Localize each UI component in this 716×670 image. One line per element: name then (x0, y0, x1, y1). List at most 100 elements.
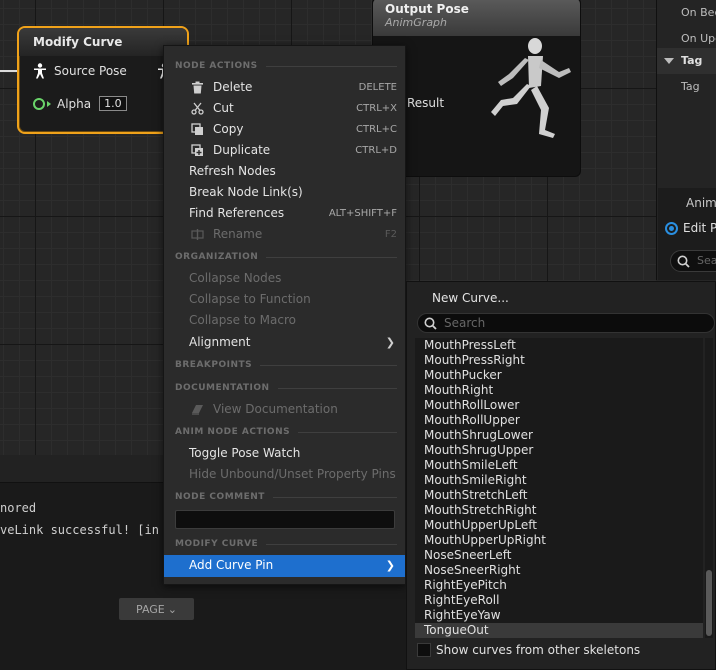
collapse-triangle-icon (664, 58, 674, 64)
details-row-become-relevant[interactable]: On Become Relevant (657, 0, 716, 26)
menu-item-label: Copy (213, 122, 244, 136)
show-other-skeleton-curves-toggle[interactable]: Show curves from other skeletons (417, 643, 640, 657)
shortcut-label: CTRL+D (355, 145, 397, 156)
curve-list-item[interactable]: RightEyePitch (415, 578, 703, 593)
menu-item-refresh-nodes[interactable]: Refresh Nodes (164, 161, 405, 182)
menu-item-label: Collapse to Function (189, 292, 311, 306)
curve-search-input[interactable] (444, 315, 704, 331)
menu-item-alignment[interactable]: Alignment ❯ (164, 332, 405, 353)
alpha-pin-circle-icon (33, 97, 45, 110)
menu-item-toggle-pose-watch[interactable]: Toggle Pose Watch (164, 443, 405, 464)
edit-pose-label: Edit Pose (683, 221, 716, 235)
documentation-book-icon (192, 405, 203, 415)
curve-list-item[interactable]: MouthUpperUpRight (415, 533, 703, 548)
page-dropdown-button[interactable]: PAGE ⌄ (119, 598, 194, 620)
tag-field-label: Tag (681, 80, 700, 93)
curve-list-item[interactable]: MouthPucker (415, 368, 703, 383)
curve-list-item[interactable]: MouthUpperUpLeft (415, 518, 703, 533)
tag-section-header[interactable]: Tag (657, 48, 716, 74)
curve-list-item[interactable]: MouthRight (415, 383, 703, 398)
alpha-label: Alpha (57, 96, 92, 111)
chevron-right-icon: ❯ (385, 336, 395, 349)
new-curve-button[interactable]: New Curve... (432, 291, 509, 305)
menu-item-duplicate[interactable]: Duplicate CTRL+D (164, 140, 405, 161)
search-icon (677, 255, 690, 268)
node-comment-input[interactable] (175, 510, 395, 529)
source-pose-label: Source Pose (54, 64, 127, 78)
menu-item-label: Refresh Nodes (189, 164, 276, 178)
curve-list-item[interactable]: NoseSneerLeft (415, 548, 703, 563)
menu-item-label: Add Curve Pin (189, 558, 274, 572)
scrollbar-thumb[interactable] (706, 570, 712, 636)
curve-list-item[interactable]: MouthPressRight (415, 353, 703, 368)
shortcut-label: ALT+SHIFT+F (328, 208, 397, 219)
rename-icon (191, 229, 204, 240)
menu-item-collapse-macro[interactable]: Collapse to Macro (164, 310, 405, 331)
section-label: NODE COMMENT (175, 492, 265, 502)
curve-list-item[interactable]: MouthSmileRight (415, 473, 703, 488)
result-pin-label[interactable]: Result (407, 96, 444, 110)
menu-item-label: Collapse to Macro (189, 313, 296, 327)
section-breakpoints: BREAKPOINTS (164, 354, 405, 375)
menu-item-rename[interactable]: Rename F2 (164, 224, 405, 245)
menu-item-cut[interactable]: Cut CTRL+X (164, 98, 405, 119)
menu-item-break-links[interactable]: Break Node Link(s) (164, 182, 405, 203)
curve-list-item[interactable]: MouthSmileLeft (415, 458, 703, 473)
log-line: nored (0, 501, 37, 515)
menu-item-label: Hide Unbound/Unset Property Pins (189, 467, 396, 481)
edit-pose-radio[interactable] (665, 222, 678, 235)
curve-list-item[interactable]: MouthRollLower (415, 398, 703, 413)
section-label: DOCUMENTATION (175, 383, 270, 393)
menu-item-hide-unbound-pins[interactable]: Hide Unbound/Unset Property Pins (164, 464, 405, 485)
alpha-pin[interactable]: Alpha 1.0 (33, 96, 127, 111)
details-search-input[interactable]: Search (670, 250, 716, 272)
section-label: NODE ACTIONS (175, 61, 258, 71)
trash-icon (192, 81, 203, 94)
shortcut-label: F2 (384, 229, 397, 240)
menu-item-collapse-function[interactable]: Collapse to Function (164, 289, 405, 310)
curve-list-item[interactable]: MouthShrugLower (415, 428, 703, 443)
menu-item-label: Alignment (189, 335, 251, 349)
duplicate-icon (191, 144, 203, 156)
curve-list[interactable]: MouthPressLeft MouthPressRight MouthPucker… (415, 338, 703, 638)
menu-item-view-documentation[interactable]: View Documentation (164, 399, 405, 420)
section-label: ANIM NODE ACTIONS (175, 427, 291, 437)
section-node-actions: NODE ACTIONS (164, 55, 405, 76)
curve-list-scrollbar[interactable] (705, 338, 713, 638)
copy-icon (191, 123, 203, 135)
show-other-curves-checkbox[interactable] (417, 643, 431, 657)
curve-list-item[interactable]: MouthPressLeft (415, 338, 703, 353)
anim-panel-title: Anim (686, 196, 716, 210)
output-pose-title: Output Pose (385, 2, 469, 16)
details-search-placeholder: Search (697, 254, 716, 267)
menu-item-add-curve-pin[interactable]: Add Curve Pin ❯ (164, 555, 405, 577)
curve-list-item[interactable]: RightEyeYaw (415, 608, 703, 623)
section-anim-node-actions: ANIM NODE ACTIONS (164, 421, 405, 442)
section-node-comment: NODE COMMENT (164, 486, 405, 507)
menu-item-find-references[interactable]: Find References ALT+SHIFT+F (164, 203, 405, 224)
curve-list-item[interactable]: TongueOut (415, 623, 703, 638)
log-line: veLink successful! [in 1 (0, 523, 174, 537)
pose-person-icon (34, 63, 46, 79)
running-mannequin-icon (491, 38, 571, 138)
alpha-value-field[interactable]: 1.0 (99, 96, 127, 111)
menu-item-label: Delete (213, 80, 253, 94)
curve-list-item[interactable]: NoseSneerRight (415, 563, 703, 578)
curve-list-item[interactable]: MouthShrugUpper (415, 443, 703, 458)
menu-item-label: Collapse Nodes (189, 271, 282, 285)
curve-search-field[interactable] (417, 313, 715, 333)
menu-item-delete[interactable]: Delete DELETE (164, 77, 405, 98)
curve-list-item[interactable]: MouthStretchRight (415, 503, 703, 518)
chevron-down-icon: ⌄ (167, 602, 177, 616)
shortcut-label: DELETE (358, 82, 397, 93)
menu-item-label: Rename (213, 227, 263, 241)
search-icon (424, 317, 437, 330)
curve-list-item[interactable]: MouthStretchLeft (415, 488, 703, 503)
section-label: MODIFY CURVE (175, 539, 259, 549)
source-pose-pin[interactable]: Source Pose (33, 63, 127, 79)
curve-list-item[interactable]: MouthRollUpper (415, 413, 703, 428)
menu-item-copy[interactable]: Copy CTRL+C (164, 119, 405, 140)
curve-list-item[interactable]: RightEyeRoll (415, 593, 703, 608)
menu-item-collapse-nodes[interactable]: Collapse Nodes (164, 268, 405, 289)
cut-icon (191, 102, 204, 115)
